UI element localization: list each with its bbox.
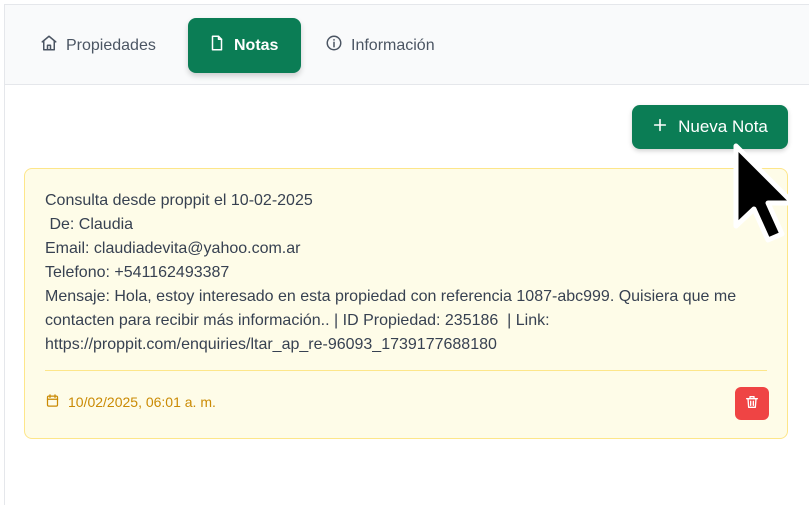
tab-informacion[interactable]: Información [305, 18, 455, 73]
note-card: Consulta desde proppit el 10-02-2025 De:… [24, 168, 788, 439]
note-line: Email: claudiadevita@yahoo.com.ar [45, 240, 301, 257]
new-note-label: Nueva Nota [678, 117, 768, 136]
tab-label: Información [351, 36, 435, 54]
plus-icon [652, 117, 668, 138]
tab-bar: Propiedades Notas Información [5, 5, 809, 85]
note-line: Mensaje: Hola, estoy interesado en esta … [45, 288, 741, 353]
tab-notas[interactable]: Notas [188, 18, 301, 73]
note-line: Telefono: +541162493387 [45, 264, 230, 281]
new-note-button[interactable]: Nueva Nota [632, 105, 788, 149]
tab-label: Propiedades [66, 36, 156, 54]
info-icon [325, 34, 343, 57]
tab-label: Notas [234, 36, 279, 54]
tab-propiedades[interactable]: Propiedades [20, 18, 176, 73]
calendar-icon [45, 393, 60, 411]
trash-icon [744, 394, 760, 413]
note-date-text: 10/02/2025, 06:01 a. m. [68, 394, 216, 410]
note-line: De: Claudia [45, 216, 134, 233]
delete-note-button[interactable] [735, 387, 769, 420]
note-line: Consulta desde proppit el 10-02-2025 [45, 192, 313, 209]
note-content: Consulta desde proppit el 10-02-2025 De:… [45, 189, 775, 357]
file-icon [208, 34, 226, 57]
note-divider [45, 370, 767, 371]
home-icon [40, 34, 58, 57]
note-date: 10/02/2025, 06:01 a. m. [45, 393, 216, 411]
